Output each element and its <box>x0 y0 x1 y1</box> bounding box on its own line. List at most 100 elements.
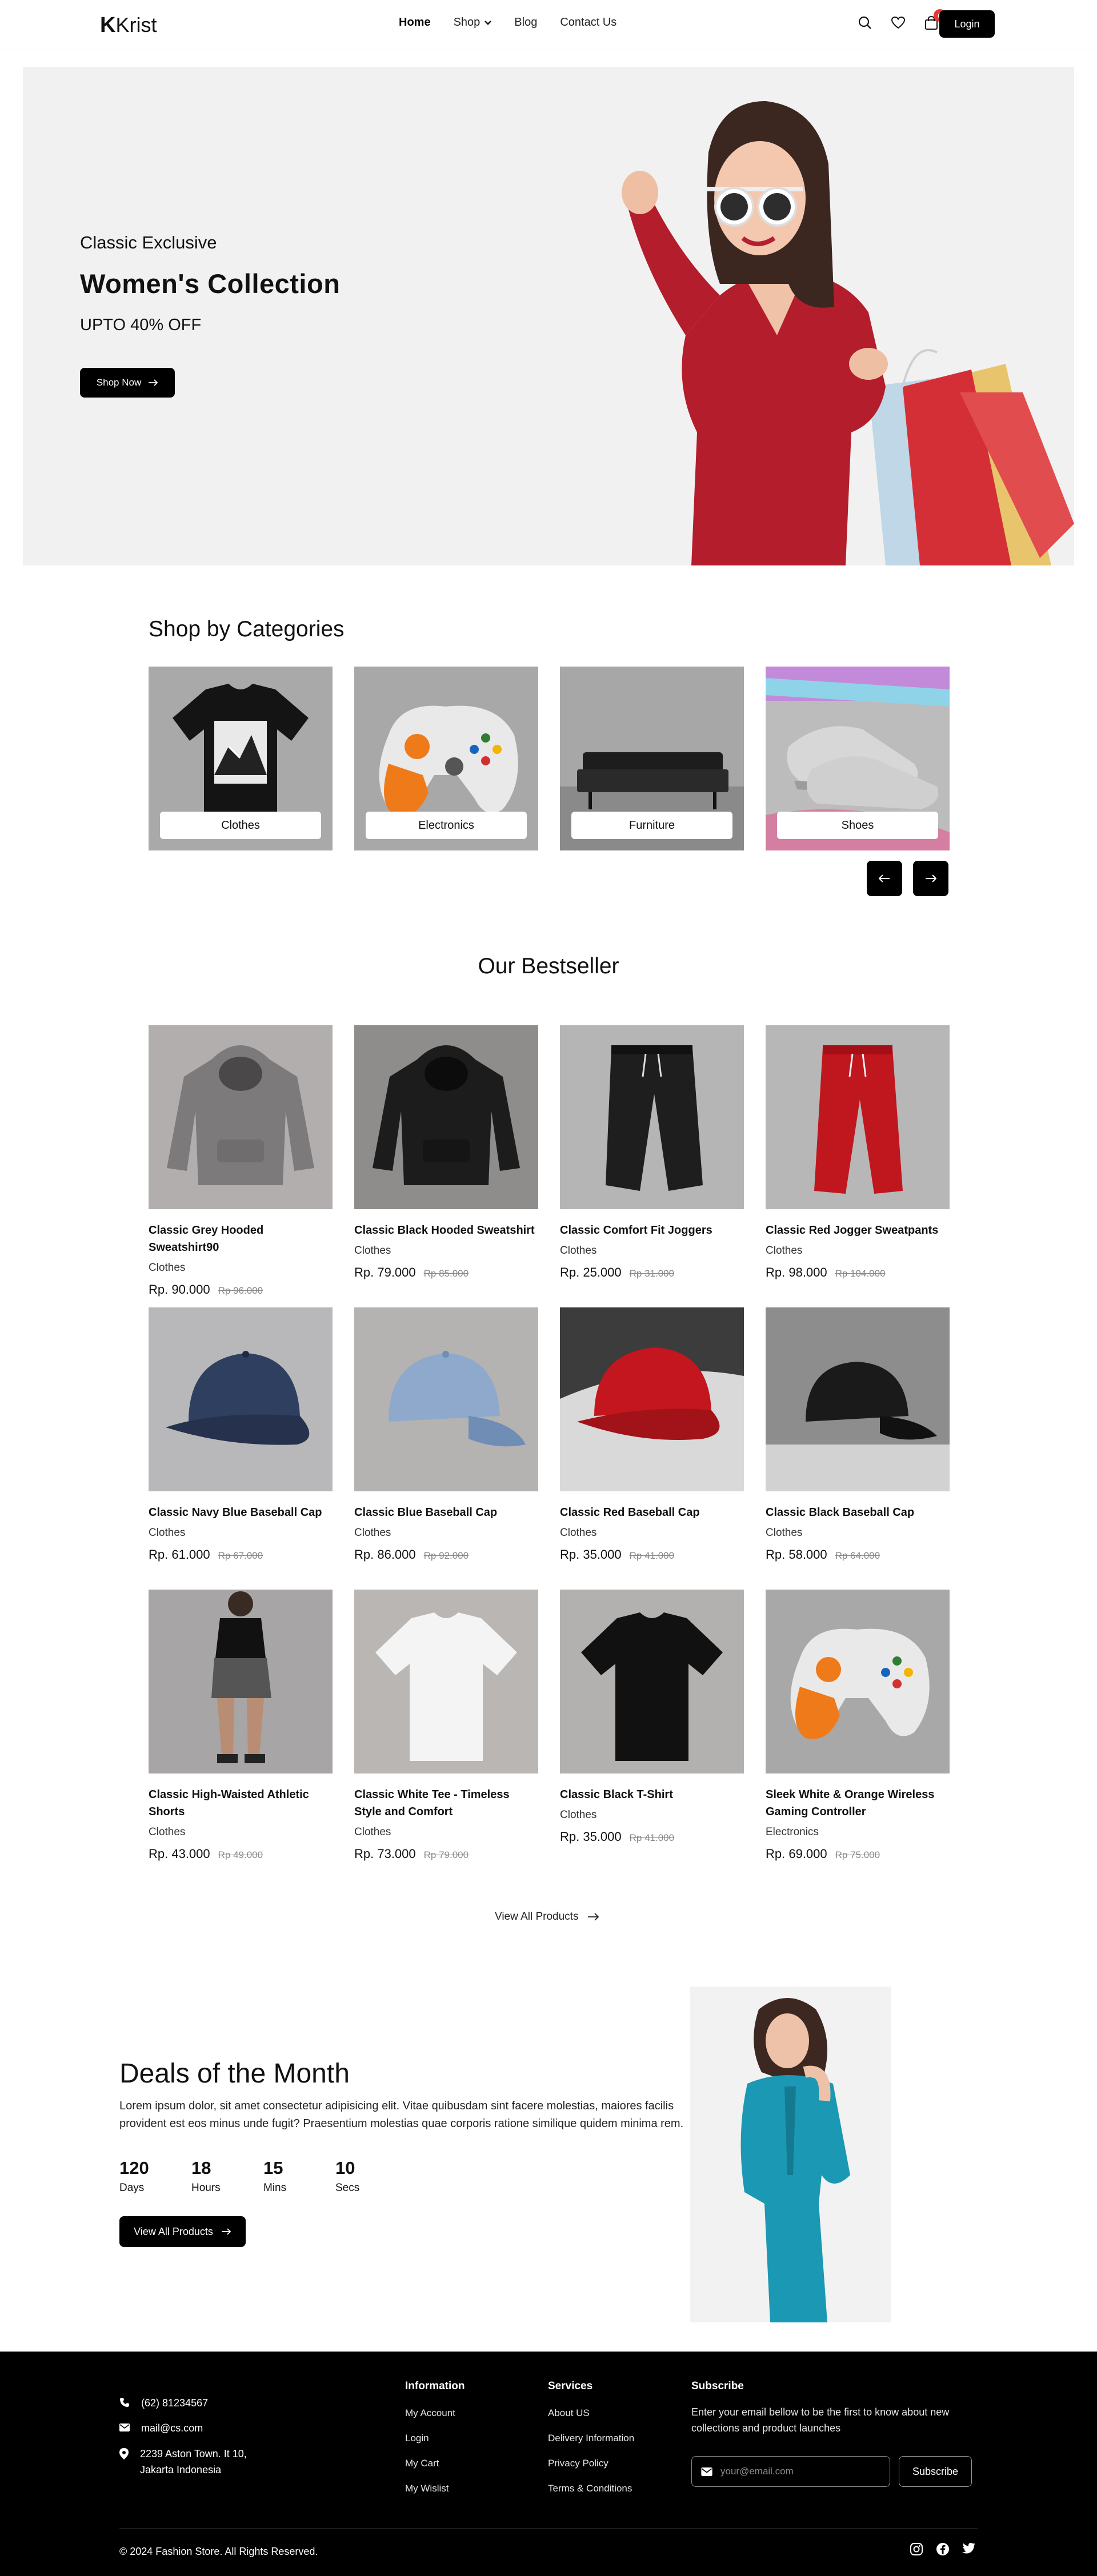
product-old-price: Rp 49.000 <box>218 1849 263 1860</box>
product-name: Classic Grey Hooded Sweatshirt90 <box>149 1224 264 1254</box>
product-price: Rp. 61.000 <box>149 1547 210 1562</box>
site-footer: (62) 81234567 mail@cs.com 2239 Aston Tow… <box>0 2352 1097 2576</box>
product-price-row: Rp. 98.000 Rp 104.000 <box>766 1265 950 1280</box>
product-card[interactable]: Classic Black T-Shirt Clothes Rp. 35.000… <box>560 1590 744 1844</box>
footer-link-my-cart[interactable]: My Cart <box>405 2458 465 2469</box>
hero-eyebrow: Classic Exclusive <box>80 232 217 252</box>
product-image <box>354 1307 538 1491</box>
countdown-secs: 10 Secs <box>335 2158 407 2194</box>
product-card[interactable]: Classic Navy Blue Baseball Cap Clothes R… <box>149 1307 333 1562</box>
categories-prev-button[interactable] <box>867 861 902 896</box>
product-category: Electronics <box>766 1826 819 1838</box>
product-price: Rp. 90.000 <box>149 1282 210 1297</box>
wishlist-button[interactable] <box>889 14 907 32</box>
search-icon <box>858 16 871 29</box>
product-name: Classic Comfort Fit Joggers <box>560 1224 712 1237</box>
product-name: Classic White Tee - Timeless Style and C… <box>354 1788 510 1818</box>
social-links <box>910 2542 976 2556</box>
product-image <box>766 1025 950 1209</box>
mail-icon <box>701 2467 712 2476</box>
facebook-icon[interactable] <box>936 2542 950 2556</box>
product-card[interactable]: Classic Grey Hooded Sweatshirt90 Clothes… <box>149 1025 333 1297</box>
instagram-icon[interactable] <box>910 2542 923 2556</box>
category-label: Shoes <box>777 812 938 839</box>
product-image <box>560 1025 744 1209</box>
footer-link-login[interactable]: Login <box>405 2433 465 2444</box>
product-card[interactable]: Classic Comfort Fit Joggers Clothes Rp. … <box>560 1025 744 1280</box>
information-title: Information <box>405 2380 465 2392</box>
logo[interactable]: K Krist <box>100 13 157 38</box>
deals-view-all-button[interactable]: View All Products <box>119 2216 246 2247</box>
product-old-price: Rp 41.000 <box>629 1832 675 1843</box>
cart-button[interactable]: 0 <box>922 9 946 32</box>
footer-address: 2239 Aston Town. It 10, Jakarta Indonesi… <box>119 2446 247 2478</box>
footer-link-delivery[interactable]: Delivery Information <box>548 2433 634 2444</box>
category-card-furniture[interactable]: Furniture <box>560 667 744 850</box>
product-card[interactable]: Classic Blue Baseball Cap Clothes Rp. 86… <box>354 1307 538 1562</box>
product-card[interactable]: Classic Black Hooded Sweatshirt Clothes … <box>354 1025 538 1280</box>
nav-shop[interactable]: Shop <box>454 16 492 29</box>
view-all-products-link[interactable]: View All Products <box>495 1911 599 1923</box>
product-card[interactable]: Classic Red Jogger Sweatpants Clothes Rp… <box>766 1025 950 1280</box>
product-name: Classic High-Waisted Athletic Shorts <box>149 1788 309 1818</box>
phone-text[interactable]: (62) 81234567 <box>141 2395 208 2411</box>
hero-model-image <box>622 101 1074 565</box>
twitter-icon[interactable] <box>962 2542 976 2555</box>
subscribe-email-input[interactable]: your@email.com <box>691 2456 890 2487</box>
countdown-days: 120 Days <box>119 2158 191 2194</box>
product-old-price: Rp 92.000 <box>423 1550 469 1561</box>
location-pin-icon <box>119 2448 129 2459</box>
deals-button-label: View All Products <box>134 2225 213 2237</box>
product-name: Classic Red Baseball Cap <box>560 1506 700 1519</box>
category-card-electronics[interactable]: Electronics <box>354 667 538 850</box>
subscribe-title: Subscribe <box>691 2380 744 2392</box>
nav-shop-label: Shop <box>453 16 481 29</box>
category-card-shoes[interactable]: Shoes <box>766 667 950 850</box>
category-card-clothes[interactable]: Clothes <box>149 667 333 850</box>
footer-link-my-account[interactable]: My Account <box>405 2408 465 2419</box>
footer-phone: (62) 81234567 <box>119 2395 208 2411</box>
product-card[interactable]: Classic Red Baseball Cap Clothes Rp. 35.… <box>560 1307 744 1562</box>
email-text[interactable]: mail@cs.com <box>141 2420 203 2436</box>
product-card[interactable]: Classic High-Waisted Athletic Shorts Clo… <box>149 1590 333 1861</box>
product-image <box>766 1590 950 1773</box>
subscribe-button[interactable]: Subscribe <box>899 2456 972 2487</box>
product-price-row: Rp. 61.000 Rp 67.000 <box>149 1547 333 1562</box>
footer-link-privacy[interactable]: Privacy Policy <box>548 2458 634 2469</box>
login-button[interactable]: Login <box>939 10 995 38</box>
product-price: Rp. 35.000 <box>560 1829 622 1844</box>
footer-information: Information My Account Login My Cart My … <box>405 2380 465 2494</box>
nav-home[interactable]: Home <box>399 16 431 29</box>
categories-title: Shop by Categories <box>149 617 345 641</box>
product-image <box>354 1025 538 1209</box>
countdown-value: 10 <box>335 2158 355 2178</box>
arrow-right-icon <box>221 2228 231 2235</box>
countdown-value: 18 <box>191 2158 211 2178</box>
footer-link-my-wishlist[interactable]: My Wislist <box>405 2483 465 2494</box>
product-card[interactable]: Sleek White & Orange Wireless Gaming Con… <box>766 1590 950 1861</box>
view-all-label: View All Products <box>495 1911 579 1923</box>
countdown-value: 120 <box>119 2158 149 2178</box>
categories-next-button[interactable] <box>913 861 948 896</box>
product-price-row: Rp. 79.000 Rp 85.000 <box>354 1265 538 1280</box>
product-card[interactable]: Classic White Tee - Timeless Style and C… <box>354 1590 538 1861</box>
logo-mark: K <box>100 13 115 37</box>
product-category: Clothes <box>149 1262 186 1274</box>
deals-model-image <box>690 1987 891 2322</box>
product-card[interactable]: Classic Black Baseball Cap Clothes Rp. 5… <box>766 1307 950 1562</box>
product-category: Clothes <box>560 1245 597 1257</box>
product-name: Classic Red Jogger Sweatpants <box>766 1224 939 1237</box>
footer-link-about-us[interactable]: About US <box>548 2408 634 2419</box>
product-price: Rp. 86.000 <box>354 1547 416 1562</box>
nav-blog[interactable]: Blog <box>514 16 537 29</box>
phone-icon <box>120 2398 129 2407</box>
product-old-price: Rp 96.000 <box>218 1285 263 1296</box>
nav-contact[interactable]: Contact Us <box>560 16 616 29</box>
category-label: Clothes <box>160 812 321 839</box>
subscribe-placeholder: your@email.com <box>720 2466 794 2477</box>
footer-link-terms[interactable]: Terms & Conditions <box>548 2483 634 2494</box>
shop-now-button[interactable]: Shop Now <box>80 368 175 398</box>
countdown-value: 15 <box>263 2158 283 2178</box>
product-image <box>766 1307 950 1491</box>
search-button[interactable] <box>856 14 874 32</box>
